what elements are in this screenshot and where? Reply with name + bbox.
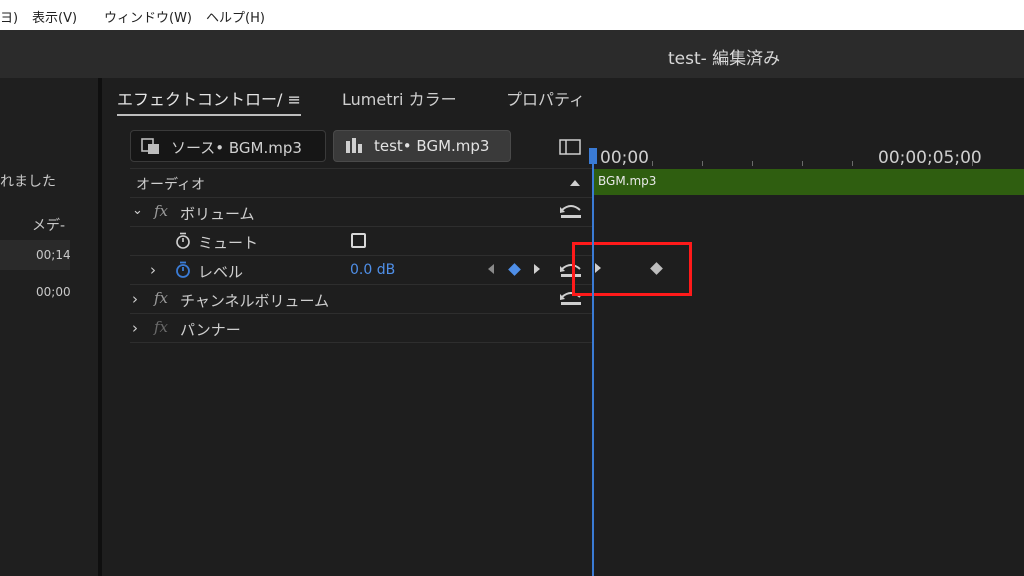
- menu-item-view[interactable]: 表示(V): [32, 7, 77, 26]
- source-clip-label: ソース• BGM.mp3: [171, 139, 302, 157]
- mute-label: ミュート: [198, 234, 259, 252]
- ruler-tick: [752, 161, 753, 166]
- annotation-highlight-box: [572, 242, 692, 296]
- sequence-clip-button[interactable]: test• BGM.mp3: [333, 130, 511, 162]
- tab-effect-controls[interactable]: エフェクトコントロー/ ≡: [117, 86, 301, 116]
- tab-properties[interactable]: プロパティ: [506, 86, 585, 110]
- fx-icon[interactable]: fx: [154, 289, 168, 307]
- playhead[interactable]: [592, 150, 594, 576]
- menu-item-edit[interactable]: ヨ): [0, 7, 18, 26]
- sequence-clip-icon: [346, 138, 362, 153]
- next-keyframe-icon[interactable]: [532, 262, 542, 276]
- panel-divider[interactable]: [98, 78, 102, 576]
- chevron-right-icon[interactable]: ›: [132, 319, 138, 337]
- previous-keyframe-icon[interactable]: [486, 262, 496, 276]
- row-divider: [130, 226, 592, 227]
- mute-checkbox[interactable]: [351, 233, 366, 248]
- chevron-right-icon[interactable]: ›: [132, 290, 138, 308]
- collapse-up-icon[interactable]: [569, 179, 581, 187]
- tab-lumetri-color[interactable]: Lumetri カラー: [342, 86, 457, 110]
- ruler-tick: [852, 161, 853, 166]
- source-clip-icon: [141, 138, 159, 154]
- row-divider: [130, 342, 592, 343]
- add-keyframe-icon[interactable]: [508, 263, 521, 276]
- sequence-clip-label: test• BGM.mp3: [374, 137, 490, 155]
- ruler-tick: [972, 161, 973, 166]
- title-bar: test- 編集済み: [0, 30, 1024, 78]
- row-divider: [130, 313, 592, 314]
- clip-bar[interactable]: BGM.mp3: [592, 169, 1024, 195]
- list-item-duration: 00;14: [36, 248, 71, 262]
- project-panel: れました メデ- 00;14 00;00: [0, 78, 98, 576]
- menu-bar: ヨ) 表示(V) ウィンドウ(W) ヘルプ(H): [0, 0, 1024, 30]
- menu-item-window[interactable]: ウィンドウ(W): [104, 7, 192, 26]
- stopwatch-icon[interactable]: [175, 232, 191, 249]
- row-divider: [130, 284, 592, 285]
- playhead-handle[interactable]: [589, 148, 597, 164]
- chevron-down-icon[interactable]: ⌄: [132, 203, 143, 218]
- level-value[interactable]: 0.0 dB: [350, 262, 395, 278]
- toggle-timeline-icon[interactable]: [559, 139, 581, 155]
- source-clip-button[interactable]: ソース• BGM.mp3: [130, 130, 326, 162]
- window-title: test- 編集済み: [668, 49, 781, 69]
- reset-icon[interactable]: [559, 203, 583, 219]
- notice-text: れました: [0, 174, 56, 190]
- fx-icon[interactable]: fx: [154, 202, 168, 220]
- clip-name: BGM.mp3: [598, 174, 657, 188]
- fx-icon[interactable]: fx: [154, 318, 168, 336]
- panner-label: パンナー: [180, 321, 241, 339]
- row-divider: [130, 197, 592, 198]
- audio-section-label: オーディオ: [136, 177, 206, 193]
- level-label: レベル: [198, 263, 244, 281]
- ruler-tick: [802, 161, 803, 166]
- volume-effect-label: ボリューム: [180, 205, 255, 223]
- stopwatch-active-icon[interactable]: [175, 261, 191, 278]
- menu-item-help[interactable]: ヘルプ(H): [206, 7, 265, 26]
- effect-timeline[interactable]: 00;00 00;00;05;00 BGM.mp3: [572, 130, 1024, 576]
- chevron-right-icon[interactable]: ›: [150, 261, 156, 279]
- timecode-mid: 00;00;05;00: [878, 148, 982, 168]
- ruler-tick: [652, 161, 653, 166]
- ruler-tick: [702, 161, 703, 166]
- list-item[interactable]: 00;00: [0, 278, 71, 308]
- list-item[interactable]: 00;14: [0, 240, 71, 270]
- media-column-header[interactable]: メデ-: [32, 215, 65, 235]
- channel-volume-label: チャンネルボリューム: [180, 292, 330, 310]
- timecode-start: 00;00: [600, 148, 649, 168]
- row-divider: [130, 255, 592, 256]
- time-ruler[interactable]: 00;00 00;00;05;00: [592, 130, 1024, 168]
- row-divider: [130, 168, 592, 169]
- list-item-duration: 00;00: [36, 285, 71, 299]
